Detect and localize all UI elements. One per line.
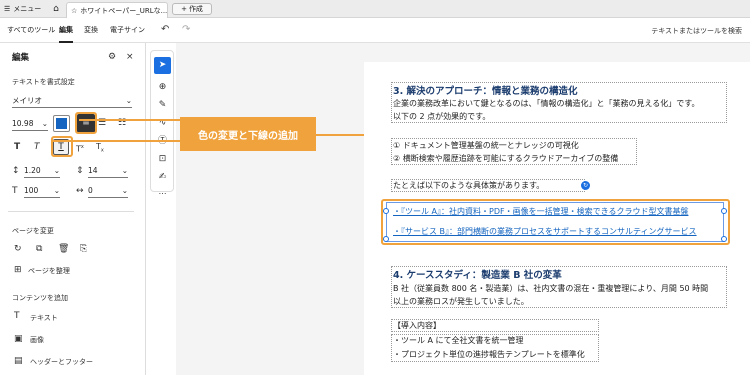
- char-scale-select[interactable]: 100 ⌄: [24, 184, 60, 198]
- font-family-value: メイリオ: [12, 96, 42, 105]
- quick-tools: ➤ ⊕ ✎ ∿ Ⓣ ⊡ ✍ ⋯: [150, 50, 174, 198]
- paragraph-spacing-select[interactable]: 14 ⌄: [88, 164, 128, 178]
- tab-all-tools[interactable]: すべてのツール: [7, 25, 55, 43]
- add-text-button[interactable]: テキスト: [30, 313, 58, 323]
- section-4-line2[interactable]: 以上の業務ロスが発生していました。: [393, 296, 529, 307]
- char-scale-icon: T: [12, 186, 18, 196]
- line-spacing-icon: ↕: [12, 166, 20, 176]
- font-size-select[interactable]: 10.98 ⌄: [12, 117, 48, 131]
- header-footer-icon[interactable]: ▤: [14, 354, 23, 368]
- extract-page-icon[interactable]: ⎘: [80, 242, 87, 256]
- tool-search-label[interactable]: テキストまたはツールを検索: [651, 26, 742, 36]
- edit-panel: 編集 ⚙ × テキストを書式設定 メイリオ ⌄ 10.98 ⌄ ≡ ☰ ☷ T …: [0, 43, 146, 375]
- examples-intro[interactable]: たとえば以下のような具体策があります。: [393, 180, 544, 191]
- tab-edit[interactable]: 編集: [59, 25, 73, 43]
- chevron-down-icon: ⌄: [53, 166, 60, 175]
- paragraph-spacing-value: 14: [88, 166, 98, 175]
- section-3-line1[interactable]: 企業の業務改革において鍵となるのは、「情報の構造化」と「業務の見える化」です。: [393, 98, 699, 109]
- home-icon[interactable]: ⌂: [50, 3, 62, 15]
- paragraph-spacing-icon: ⇕: [76, 166, 84, 176]
- close-icon[interactable]: ×: [126, 50, 134, 64]
- section-4-title[interactable]: 4. ケーススタディ：製造業 B 社の変革: [393, 267, 562, 281]
- section-3-title[interactable]: 3. 解決のアプローチ：情報と業務の構造化: [393, 83, 578, 97]
- text-format-heading: テキストを書式設定: [12, 78, 75, 86]
- text-color-swatch: [56, 118, 67, 129]
- intro-item-1[interactable]: ・ツール A にて全社文書を統一管理: [393, 335, 524, 346]
- hamburger-icon: ☰: [4, 5, 11, 13]
- lasso-icon[interactable]: ∿: [154, 115, 171, 132]
- menu-button[interactable]: ☰ メニュー: [4, 3, 41, 15]
- chevron-down-icon: ⌄: [125, 96, 132, 105]
- section-4-line1[interactable]: B 社（従業員数 800 名・製造業）は、社内文書の混在・重複管理により、月間 …: [393, 283, 708, 294]
- section-3-line2[interactable]: 以下の 2 点が効果的です。: [393, 111, 490, 122]
- rotate-icon[interactable]: ↻: [14, 242, 22, 256]
- resize-handle[interactable]: [721, 236, 727, 242]
- chevron-down-icon: ⌄: [121, 166, 128, 175]
- chevron-down-icon: ⌄: [41, 119, 48, 128]
- image-icon[interactable]: ▣: [14, 332, 23, 346]
- new-tab-button[interactable]: + 作成: [172, 3, 212, 15]
- new-tab-label: 作成: [188, 5, 203, 13]
- bullet-service-b-link[interactable]: ・『サービス B』：部門横断の業務プロセスをサポートするコンサルティングサービス: [393, 226, 697, 237]
- char-spacing-select[interactable]: 0 ⌄: [88, 184, 128, 198]
- char-spacing-value: 0: [88, 186, 93, 195]
- page-change-heading: ページを変更: [12, 227, 54, 235]
- char-scale-value: 100: [24, 186, 39, 195]
- zoom-icon[interactable]: ⊕: [154, 79, 171, 96]
- stamp-icon[interactable]: ⊡: [154, 151, 171, 168]
- list-item-1[interactable]: ① ドキュメント管理基盤の統一とナレッジの可視化: [393, 140, 579, 151]
- intro-item-2[interactable]: ・プロジェクト単位の進捗報告テンプレートを標準化: [393, 349, 585, 360]
- subscript-icon[interactable]: Tx: [96, 140, 104, 158]
- star-icon[interactable]: ☆: [71, 7, 77, 15]
- add-text-icon[interactable]: T: [14, 309, 20, 323]
- tab-e-sign[interactable]: 電子サイン: [110, 25, 145, 43]
- divider: [8, 211, 134, 212]
- resize-handle[interactable]: [721, 208, 727, 214]
- plus-icon: +: [181, 5, 187, 13]
- add-content-heading: コンテンツを追加: [12, 294, 68, 302]
- insert-page-icon[interactable]: ⧉: [36, 242, 42, 256]
- font-size-value: 10.98: [12, 119, 34, 128]
- resize-handle[interactable]: [383, 236, 389, 242]
- superscript-icon[interactable]: Tx: [76, 140, 84, 157]
- organize-pages-icon[interactable]: ⊞: [14, 263, 22, 277]
- trash-icon[interactable]: 🗑: [58, 242, 69, 256]
- gear-icon[interactable]: ⚙: [108, 50, 116, 64]
- tab-bar: ☰ メニュー ⌂ ☆ ホワイトペーパー_URLな... × + 作成: [0, 0, 750, 18]
- highlight-frame: [75, 112, 97, 134]
- document-tab[interactable]: ☆ ホワイトペーパー_URLな... ×: [66, 2, 168, 18]
- chevron-down-icon: ⌄: [121, 186, 128, 195]
- more-icon[interactable]: ⋯: [154, 185, 171, 202]
- line-spacing-select[interactable]: 1.20 ⌄: [24, 164, 60, 178]
- text-color-button[interactable]: [53, 115, 70, 132]
- redo-icon[interactable]: ↷: [182, 24, 190, 35]
- intro-heading[interactable]: 【導入内容】: [393, 320, 441, 331]
- select-cursor-icon[interactable]: ➤: [154, 57, 171, 74]
- chevron-down-icon: ⌄: [53, 186, 60, 195]
- add-image-button[interactable]: 画像: [30, 335, 44, 345]
- italic-icon[interactable]: T: [34, 140, 40, 154]
- document-tab-label: ホワイトペーパー_URLな...: [80, 6, 168, 15]
- main-toolbar: すべてのツール 編集 変換 電子サイン ↶ ↷ テキストまたはツールを検索: [0, 18, 750, 43]
- line-spacing-value: 1.20: [24, 166, 41, 175]
- fill-sign-icon[interactable]: ✍: [154, 169, 171, 186]
- resize-handle[interactable]: [383, 208, 389, 214]
- tab-convert[interactable]: 変換: [84, 25, 98, 43]
- bold-icon[interactable]: T: [14, 140, 20, 154]
- undo-icon[interactable]: ↶: [161, 24, 169, 35]
- rotate-handle-icon[interactable]: ↻: [581, 181, 590, 190]
- menu-label: メニュー: [13, 5, 42, 13]
- list-item-2[interactable]: ② 横断検索や履歴追跡を可能にするクラウドアーカイブの整備: [393, 153, 618, 164]
- highlight-frame: [51, 136, 73, 157]
- font-family-select[interactable]: メイリオ ⌄: [12, 94, 132, 108]
- header-footer-button[interactable]: ヘッダーとフッター: [30, 357, 93, 367]
- pen-icon[interactable]: ✎: [154, 97, 171, 114]
- manage-pages-link[interactable]: ページを整理: [28, 266, 70, 276]
- bullet-tool-a-link[interactable]: ・『ツール A』：社内資料・PDF・画像を一括管理・検索できるクラウド型文書基盤: [393, 206, 688, 217]
- annotation-callout: 色の変更と下線の追加: [180, 117, 316, 151]
- panel-title: 編集: [12, 53, 30, 63]
- char-spacing-icon: ↔: [76, 186, 84, 196]
